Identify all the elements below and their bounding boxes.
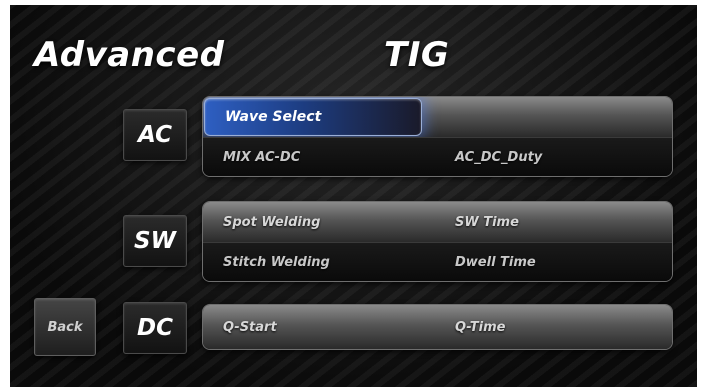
ac-dc-duty-option[interactable]: AC_DC_Duty [455, 138, 655, 176]
tig-advanced-screen: Advanced TIG AC Wave Select MIX AC-DC AC… [10, 5, 697, 387]
sw-time-option[interactable]: SW Time [455, 202, 655, 242]
stitch-welding-row: Stitch Welding Dwell Time [203, 242, 672, 281]
dwell-time-option[interactable]: Dwell Time [455, 243, 655, 281]
q-time-option[interactable]: Q-Time [455, 305, 655, 349]
mode-title: Advanced [34, 35, 225, 75]
wave-select-row: Wave Select [203, 97, 672, 137]
sw-group-label: SW [123, 215, 187, 267]
q-start-row: Q-Start Q-Time [203, 305, 672, 349]
mix-ac-dc-option[interactable]: MIX AC-DC [223, 138, 423, 176]
ac-panel: Wave Select MIX AC-DC AC_DC_Duty [202, 96, 673, 177]
dc-panel: Q-Start Q-Time [202, 304, 673, 350]
sw-panel: Spot Welding SW Time Stitch Welding Dwel… [202, 201, 673, 282]
back-button[interactable]: Back [34, 298, 96, 356]
stitch-welding-option[interactable]: Stitch Welding [223, 243, 423, 281]
ac-settings-row: MIX AC-DC AC_DC_Duty [203, 137, 672, 176]
spot-welding-row: Spot Welding SW Time [203, 202, 672, 242]
process-title: TIG [384, 35, 450, 75]
wave-select-button[interactable]: Wave Select [204, 98, 422, 136]
ac-group-label: AC [123, 109, 187, 161]
q-start-option[interactable]: Q-Start [223, 305, 423, 349]
dc-group-label: DC [123, 302, 187, 354]
spot-welding-option[interactable]: Spot Welding [223, 202, 423, 242]
